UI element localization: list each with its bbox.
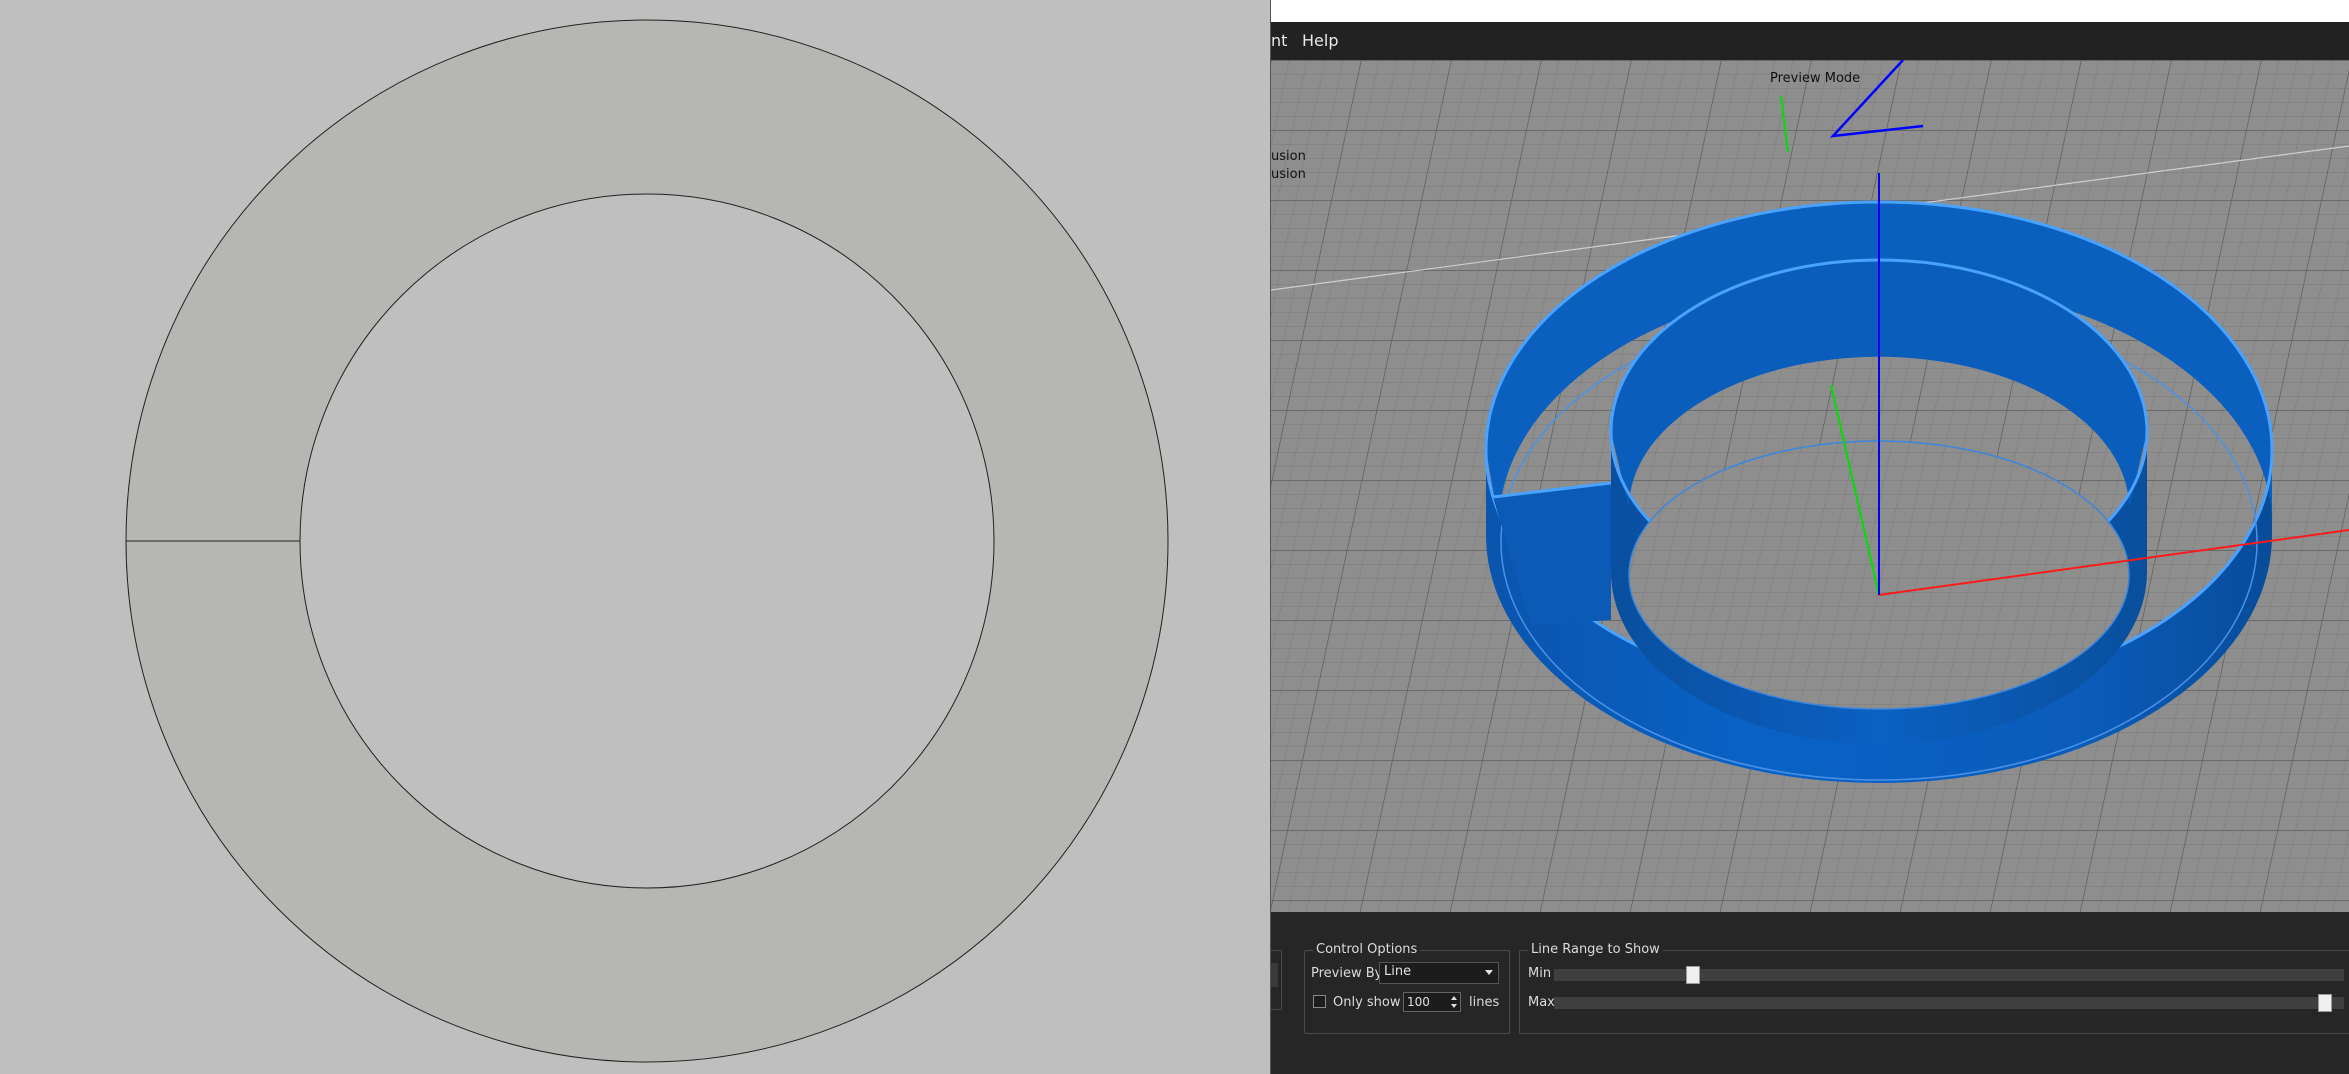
slicer-window: nt Help Preview Mode usion usion Control… (1271, 0, 2349, 1074)
only-show-spinbox[interactable]: 100 (1403, 992, 1461, 1012)
spin-up-icon[interactable] (1451, 996, 1457, 1000)
cut-off-group (1271, 950, 1282, 1010)
preview-mode-label: Preview Mode (1770, 71, 1861, 86)
sketch-canvas[interactable] (0, 0, 1270, 1074)
bottom-control-panel: Control Options Preview By Line Only sho… (1271, 912, 2349, 1074)
max-slider-track[interactable] (1554, 994, 2344, 1012)
legend-line-2: usion (1271, 167, 1306, 182)
max-label: Max (1528, 995, 1555, 1010)
3d-scene[interactable] (1271, 60, 2349, 912)
control-options-group: Control Options Preview By Line Only sho… (1304, 942, 1510, 1034)
min-label: Min (1528, 966, 1552, 981)
3d-preview-viewport[interactable]: Preview Mode usion usion (1271, 60, 2349, 912)
spin-down-icon[interactable] (1451, 1004, 1457, 1008)
menu-bar: nt Help (1271, 22, 2349, 60)
line-range-group: Line Range to Show Min Max (1519, 942, 2349, 1034)
min-slider-track[interactable] (1554, 966, 2344, 984)
line-range-title: Line Range to Show (1528, 942, 1663, 957)
only-show-label: Only show (1333, 995, 1401, 1010)
chevron-down-icon (1485, 970, 1493, 975)
menu-item-help[interactable]: Help (1302, 22, 1338, 60)
sketch-view[interactable] (0, 0, 1270, 1074)
control-options-title: Control Options (1313, 942, 1421, 957)
inner-circle-edge (299, 193, 995, 889)
menu-item-partial[interactable]: nt (1271, 22, 1287, 60)
lines-label: lines (1469, 995, 1500, 1010)
only-show-checkbox[interactable] (1313, 995, 1326, 1008)
cut-off-button[interactable] (1271, 963, 1278, 987)
preview-by-label: Preview By (1311, 966, 1383, 981)
legend-line-1: usion (1271, 149, 1306, 164)
only-show-value: 100 (1407, 995, 1430, 1009)
max-slider-handle[interactable] (2318, 994, 2332, 1012)
preview-by-value: Line (1384, 964, 1412, 979)
min-slider-handle[interactable] (1686, 966, 1700, 984)
preview-by-select[interactable]: Line (1379, 962, 1499, 984)
